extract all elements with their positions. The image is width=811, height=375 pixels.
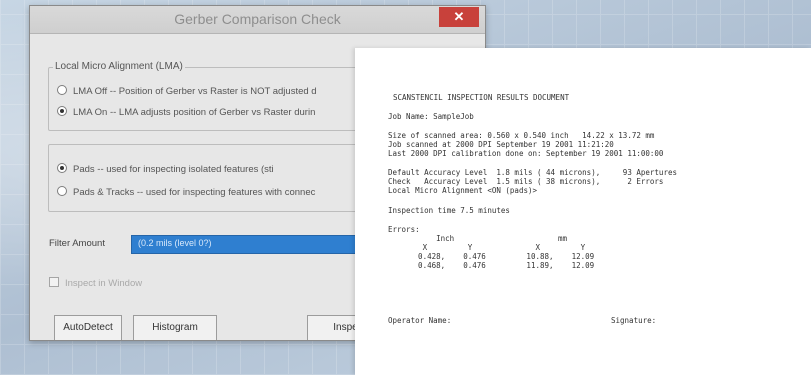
error-row: 0.468, 0.476 11.89, 12.09 [400,261,595,270]
lma-off-label: LMA Off -- Position of Gerber vs Raster … [73,86,317,97]
signature-label: Signature: [611,316,657,325]
scanned-dpi-line: Job scanned at 2000 DPI September 19 200… [388,140,614,149]
lma-status-line: Local Micro Alignment <ON (pads)> [388,186,538,195]
job-name-line: Job Name: SampleJob [388,112,474,121]
calibration-line: Last 2000 DPI calibration done on: Septe… [388,149,664,158]
check-accuracy-line: Check Accuracy Level 1.5 mils ( 38 micro… [388,177,664,186]
operator-name-label: Operator Name: [388,316,452,325]
close-icon: ✕ [453,9,465,24]
inspection-time-line: Inspection time 7.5 minutes [388,206,510,215]
inspect-window-checkbox [49,277,59,287]
lma-off-radio[interactable] [57,85,67,95]
errors-label: Errors: [388,225,420,234]
close-button[interactable]: ✕ [439,7,479,27]
pads-tracks-radio[interactable] [57,186,67,196]
pads-radio[interactable] [57,163,67,173]
filter-amount-value: (0.2 mils (level 0?) [138,238,212,248]
filter-amount-label: Filter Amount [49,238,105,249]
pads-tracks-label: Pads & Tracks -- used for inspecting fea… [73,187,316,198]
default-accuracy-line: Default Accuracy Level 1.8 mils ( 44 mic… [388,168,677,177]
dialog-titlebar[interactable]: Gerber Comparison Check ✕ [30,6,485,34]
inspect-window-option: Inspect in Window [49,277,142,289]
scanned-area-line: Size of scanned area: 0.560 x 0.540 inch… [388,131,655,140]
pads-tracks-option[interactable]: Pads & Tracks -- used for inspecting fea… [57,186,315,198]
pads-option[interactable]: Pads -- used for inspecting isolated fea… [57,163,274,175]
document-title: SCANSTENCIL INSPECTION RESULTS DOCUMENT [393,93,570,102]
lma-on-option[interactable]: LMA On -- LMA adjusts position of Gerber… [57,106,315,118]
histogram-button[interactable]: Histogram [133,315,217,340]
inspect-window-label: Inspect in Window [65,278,143,289]
lma-off-option[interactable]: LMA Off -- Position of Gerber vs Raster … [57,85,317,97]
lma-on-label: LMA On -- LMA adjusts position of Gerber… [73,107,316,118]
autodetect-button[interactable]: AutoDetect [54,315,122,340]
errors-units-header: Inch mm [400,234,568,243]
lma-group-title: Local Micro Alignment (LMA) [53,61,185,72]
dialog-title: Gerber Comparison Check [174,11,341,27]
errors-axes-header: X Y X Y [400,243,586,252]
inspection-results-document: SCANSTENCIL INSPECTION RESULTS DOCUMENT … [355,48,811,375]
pads-label: Pads -- used for inspecting isolated fea… [73,164,274,175]
lma-on-radio[interactable] [57,106,67,116]
error-row: 0.428, 0.476 10.88, 12.09 [400,252,595,261]
